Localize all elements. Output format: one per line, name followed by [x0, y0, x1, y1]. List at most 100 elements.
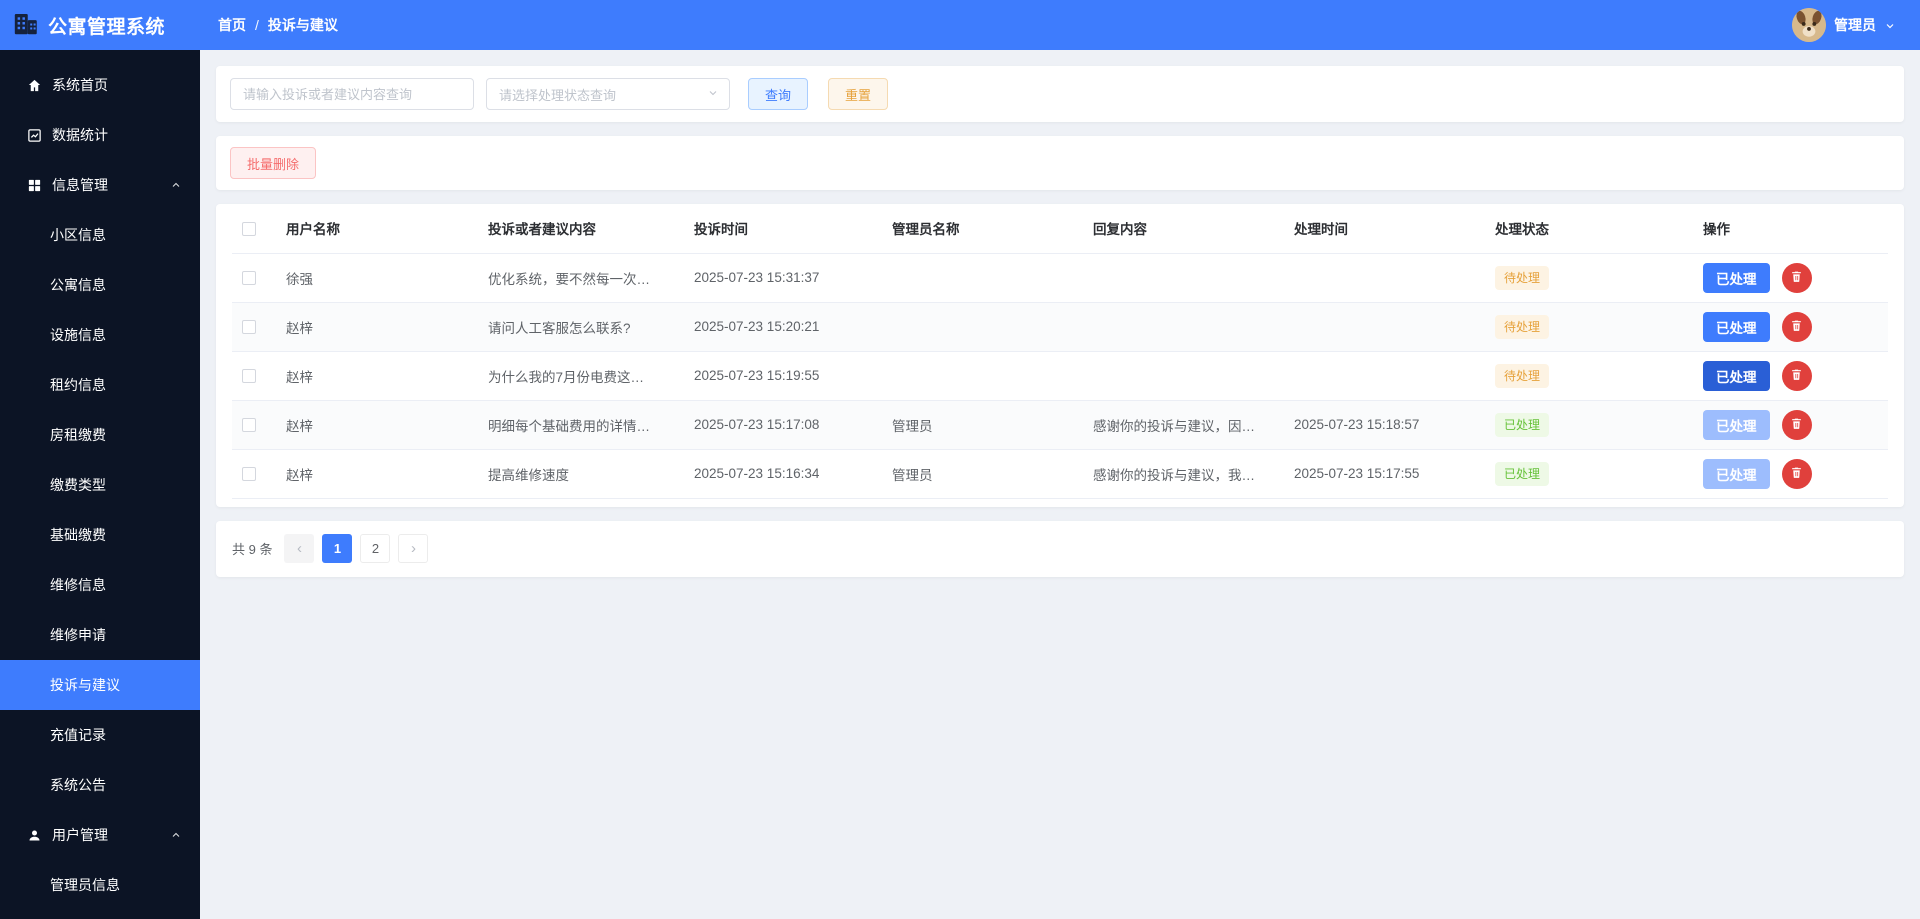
- row-actions: 已处理: [1703, 409, 1878, 440]
- cell-complaint-content: 优化系统，要不然每一次…: [478, 253, 684, 303]
- sidebar-subitem[interactable]: 租约信息: [0, 360, 200, 410]
- home-icon: [26, 78, 42, 93]
- row-checkbox[interactable]: [242, 320, 256, 335]
- app-title: 公寓管理系统: [48, 16, 166, 38]
- table-column-header: 投诉或者建议内容: [478, 204, 684, 254]
- user-icon: [26, 828, 42, 843]
- sidebar-subitem[interactable]: 维修申请: [0, 610, 200, 660]
- cell-handle-time: 2025-07-23 15:17:55: [1284, 449, 1485, 499]
- sidebar-item-label: 数据统计: [52, 127, 108, 143]
- filter-bar: 请选择处理状态查询 查询 重置: [216, 66, 1904, 122]
- cell-user-name: 赵梓: [276, 400, 478, 450]
- breadcrumb: 首页 / 投诉与建议: [218, 15, 338, 35]
- table-row: 徐强 优化系统，要不然每一次… 2025-07-23 15:31:37 待处理 …: [232, 253, 1888, 303]
- status-badge: 已处理: [1495, 461, 1550, 486]
- table-header-row: 用户名称 投诉或者建议内容 投诉时间 管理员名称 回复内容 处理时间 处理状态 操作: [232, 204, 1888, 254]
- trash-icon: [1790, 270, 1803, 286]
- breadcrumb-separator: /: [255, 17, 259, 33]
- sidebar-subitem[interactable]: 管理员信息: [0, 860, 200, 910]
- table-row: 赵梓 明细每个基础费用的详情… 2025-07-23 15:17:08 管理员 …: [232, 400, 1888, 450]
- row-actions: 已处理: [1703, 360, 1878, 391]
- main-content: 请选择处理状态查询 查询 重置 批量删除 用户名称投诉或者建议内容投诉时间管理员…: [200, 50, 1920, 919]
- sidebar-subitem[interactable]: 投诉与建议: [0, 660, 200, 710]
- chevron-up-icon: [170, 179, 182, 191]
- page-button[interactable]: 1: [322, 534, 353, 563]
- delete-button[interactable]: [1781, 458, 1812, 489]
- cell-reply-content: [1083, 302, 1284, 352]
- cell-handle-time: [1284, 302, 1485, 352]
- avatar[interactable]: [1792, 8, 1826, 42]
- cell-admin-name: [882, 253, 1083, 303]
- cell-handle-time: 2025-07-23 15:18:57: [1284, 400, 1485, 450]
- status-select-placeholder: 请选择处理状态查询: [499, 87, 617, 103]
- cell-admin-name: 管理员: [882, 400, 1083, 450]
- sidebar-subitem[interactable]: 小区信息: [0, 210, 200, 260]
- sidebar-item[interactable]: 用户管理: [0, 810, 200, 860]
- grid-icon: [26, 178, 42, 193]
- user-name: 管理员: [1834, 17, 1876, 33]
- cell-handle-time: [1284, 253, 1485, 303]
- cell-admin-name: 管理员: [882, 449, 1083, 499]
- cell-complaint-time: 2025-07-23 15:17:08: [684, 400, 882, 450]
- cell-complaint-content: 明细每个基础费用的详情…: [478, 400, 684, 450]
- delete-button[interactable]: [1781, 311, 1812, 342]
- sidebar-subitem[interactable]: 设施信息: [0, 310, 200, 360]
- sidebar-subitem[interactable]: 基础缴费: [0, 510, 200, 560]
- row-actions: 已处理: [1703, 262, 1878, 293]
- cell-reply-content: [1083, 351, 1284, 401]
- chevron-up-icon: [170, 829, 182, 841]
- prev-page-button[interactable]: ‹: [284, 534, 315, 563]
- handle-button[interactable]: 已处理: [1703, 360, 1770, 391]
- row-checkbox[interactable]: [242, 418, 256, 433]
- sidebar-subitem[interactable]: 维修信息: [0, 560, 200, 610]
- building-logo-icon: [12, 10, 39, 40]
- row-checkbox[interactable]: [242, 271, 256, 286]
- sidebar-subitem[interactable]: 缴费类型: [0, 460, 200, 510]
- search-input[interactable]: [230, 78, 474, 110]
- page-button[interactable]: 2: [360, 534, 391, 563]
- reset-button[interactable]: 重置: [828, 78, 889, 110]
- table-column-header: 用户名称: [276, 204, 478, 254]
- query-button[interactable]: 查询: [748, 78, 809, 110]
- table-row: 赵梓 提高维修速度 2025-07-23 15:16:34 管理员 感谢你的投诉…: [232, 449, 1888, 499]
- user-menu[interactable]: 管理员: [1792, 8, 1920, 42]
- brand: 公寓管理系统: [0, 10, 200, 40]
- status-select[interactable]: 请选择处理状态查询: [486, 78, 730, 110]
- cell-reply-content: 感谢你的投诉与建议，我…: [1083, 449, 1284, 499]
- next-page-button[interactable]: ›: [398, 534, 429, 563]
- handle-button[interactable]: 已处理: [1703, 458, 1770, 489]
- batch-delete-button[interactable]: 批量删除: [230, 147, 317, 179]
- cell-admin-name: [882, 351, 1083, 401]
- cell-user-name: 赵梓: [276, 302, 478, 352]
- delete-button[interactable]: [1781, 262, 1812, 293]
- handle-button[interactable]: 已处理: [1703, 311, 1770, 342]
- status-badge: 待处理: [1495, 265, 1550, 290]
- sidebar-item[interactable]: 系统首页: [0, 60, 200, 110]
- cell-complaint-content: 请问人工客服怎么联系?: [478, 302, 684, 352]
- page-list: 12: [322, 534, 391, 563]
- cell-complaint-time: 2025-07-23 15:31:37: [684, 253, 882, 303]
- sidebar-item-label: 信息管理: [52, 177, 108, 193]
- handle-button[interactable]: 已处理: [1703, 409, 1770, 440]
- table-column-header: 处理时间: [1284, 204, 1485, 254]
- pagination-total: 共 9 条: [232, 542, 273, 557]
- row-checkbox[interactable]: [242, 369, 256, 384]
- sidebar-item[interactable]: 信息管理: [0, 160, 200, 210]
- delete-button[interactable]: [1781, 360, 1812, 391]
- table-column-header: 操作: [1693, 204, 1888, 254]
- delete-button[interactable]: [1781, 409, 1812, 440]
- sidebar-subitem[interactable]: 系统公告: [0, 760, 200, 810]
- table-column-header: 投诉时间: [684, 204, 882, 254]
- sidebar-subitem[interactable]: 公寓信息: [0, 260, 200, 310]
- sidebar-subitem[interactable]: 充值记录: [0, 710, 200, 760]
- row-checkbox[interactable]: [242, 467, 256, 482]
- chart-icon: [26, 128, 42, 143]
- complaints-table: 用户名称 投诉或者建议内容 投诉时间 管理员名称 回复内容 处理时间 处理状态 操作 徐强 优…: [232, 204, 1888, 499]
- handle-button[interactable]: 已处理: [1703, 262, 1770, 293]
- sidebar-subitem[interactable]: 房租缴费: [0, 410, 200, 460]
- breadcrumb-home[interactable]: 首页: [218, 15, 246, 35]
- sidebar-item[interactable]: 数据统计: [0, 110, 200, 160]
- cell-complaint-content: 为什么我的7月份电费这…: [478, 351, 684, 401]
- status-badge: 待处理: [1495, 314, 1550, 339]
- select-all-checkbox[interactable]: [242, 221, 256, 236]
